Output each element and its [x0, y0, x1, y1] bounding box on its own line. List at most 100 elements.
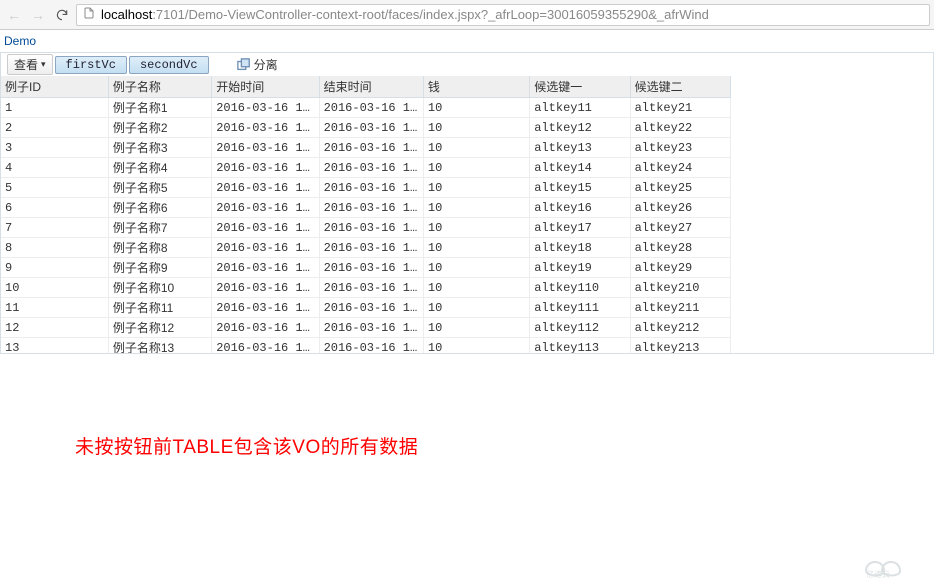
cell-start: 2016-03-16 17:…	[212, 338, 319, 355]
cell-id: 12	[1, 318, 108, 338]
cell-name: 例子名称9	[108, 258, 211, 278]
url-host: localhost	[101, 7, 152, 22]
cell-id: 8	[1, 238, 108, 258]
table-row[interactable]: 7例子名称72016-03-16 17:…2016-03-16 17:…10al…	[1, 218, 731, 238]
watermark-icon: 亿速云	[856, 549, 926, 579]
col-header-end[interactable]: 结束时间	[319, 76, 423, 98]
detach-button[interactable]: 分离	[237, 56, 278, 73]
cell-k2: altkey25	[630, 178, 730, 198]
cell-end: 2016-03-16 17:…	[319, 138, 423, 158]
cell-k1: altkey13	[530, 138, 630, 158]
col-header-start[interactable]: 开始时间	[212, 76, 319, 98]
cell-start: 2016-03-16 17:…	[212, 118, 319, 138]
cell-end: 2016-03-16 17:…	[319, 318, 423, 338]
cell-name: 例子名称6	[108, 198, 211, 218]
table-row[interactable]: 11例子名称112016-03-16 17:…2016-03-16 17:…10…	[1, 298, 731, 318]
cell-k2: altkey29	[630, 258, 730, 278]
cell-end: 2016-03-16 17:…	[319, 158, 423, 178]
cell-k2: altkey23	[630, 138, 730, 158]
second-vc-button[interactable]: secondVc	[129, 56, 209, 74]
view-menu-label: 查看	[14, 56, 38, 73]
cell-name: 例子名称5	[108, 178, 211, 198]
cell-k1: altkey14	[530, 158, 630, 178]
cell-k2: altkey28	[630, 238, 730, 258]
cell-k2: altkey27	[630, 218, 730, 238]
table-row[interactable]: 5例子名称52016-03-16 17:…2016-03-16 17:…10al…	[1, 178, 731, 198]
table-row[interactable]: 1例子名称12016-03-16 17:…2016-03-16 17:…10al…	[1, 98, 731, 118]
cell-name: 例子名称4	[108, 158, 211, 178]
cell-k1: altkey17	[530, 218, 630, 238]
detach-icon	[237, 58, 251, 72]
cell-name: 例子名称11	[108, 298, 211, 318]
cell-id: 2	[1, 118, 108, 138]
table-row[interactable]: 10例子名称102016-03-16 17:…2016-03-16 17:…10…	[1, 278, 731, 298]
cell-k2: altkey21	[630, 98, 730, 118]
cell-end: 2016-03-16 17:…	[319, 278, 423, 298]
cell-end: 2016-03-16 17:…	[319, 218, 423, 238]
svg-text:亿速云: 亿速云	[866, 569, 890, 579]
cell-start: 2016-03-16 17:…	[212, 278, 319, 298]
col-header-name[interactable]: 例子名称	[108, 76, 211, 98]
first-vc-button[interactable]: firstVc	[55, 56, 127, 74]
cell-start: 2016-03-16 17:…	[212, 318, 319, 338]
cell-start: 2016-03-16 17:…	[212, 238, 319, 258]
cell-money: 10	[423, 258, 529, 278]
cell-id: 6	[1, 198, 108, 218]
cell-end: 2016-03-16 17:…	[319, 258, 423, 278]
cell-name: 例子名称10	[108, 278, 211, 298]
url-bar[interactable]: localhost:7101/Demo-ViewController-conte…	[76, 4, 930, 26]
forward-button[interactable]: →	[28, 5, 48, 25]
cell-k2: altkey211	[630, 298, 730, 318]
cell-name: 例子名称1	[108, 98, 211, 118]
table-row[interactable]: 12例子名称122016-03-16 17:…2016-03-16 17:…10…	[1, 318, 731, 338]
table-wrapper: 例子ID 例子名称 开始时间 结束时间 钱 候选键一 候选键二 1例子名称120…	[0, 76, 934, 354]
cell-start: 2016-03-16 17:…	[212, 138, 319, 158]
table-row[interactable]: 9例子名称92016-03-16 17:…2016-03-16 17:…10al…	[1, 258, 731, 278]
cell-start: 2016-03-16 17:…	[212, 198, 319, 218]
cell-k1: altkey11	[530, 98, 630, 118]
cell-money: 10	[423, 298, 529, 318]
url-path: :7101/Demo-ViewController-context-root/f…	[152, 7, 709, 22]
cell-end: 2016-03-16 17:…	[319, 118, 423, 138]
cell-end: 2016-03-16 17:…	[319, 98, 423, 118]
cell-money: 10	[423, 98, 529, 118]
table-row[interactable]: 6例子名称62016-03-16 17:…2016-03-16 17:…10al…	[1, 198, 731, 218]
table-row[interactable]: 13例子名称132016-03-16 17:…2016-03-16 17:…10…	[1, 338, 731, 355]
cell-k1: altkey110	[530, 278, 630, 298]
col-header-id[interactable]: 例子ID	[1, 76, 108, 98]
col-header-money[interactable]: 钱	[423, 76, 529, 98]
table-row[interactable]: 2例子名称22016-03-16 17:…2016-03-16 17:…10al…	[1, 118, 731, 138]
cell-k1: altkey19	[530, 258, 630, 278]
view-menu-button[interactable]: 查看 ▾	[7, 54, 53, 75]
cell-money: 10	[423, 198, 529, 218]
cell-start: 2016-03-16 17:…	[212, 158, 319, 178]
cell-id: 3	[1, 138, 108, 158]
cell-start: 2016-03-16 17:…	[212, 218, 319, 238]
cell-k1: altkey18	[530, 238, 630, 258]
cell-id: 10	[1, 278, 108, 298]
cell-start: 2016-03-16 17:…	[212, 298, 319, 318]
table-row[interactable]: 4例子名称42016-03-16 17:…2016-03-16 17:…10al…	[1, 158, 731, 178]
cell-money: 10	[423, 278, 529, 298]
reload-button[interactable]	[52, 5, 72, 25]
caret-down-icon: ▾	[41, 59, 46, 70]
browser-toolbar: ← → localhost:7101/Demo-ViewController-c…	[0, 0, 934, 30]
table-row[interactable]: 3例子名称32016-03-16 17:…2016-03-16 17:…10al…	[1, 138, 731, 158]
cell-id: 1	[1, 98, 108, 118]
back-button[interactable]: ←	[4, 5, 24, 25]
page-title: Demo	[0, 30, 934, 52]
cell-id: 11	[1, 298, 108, 318]
cell-k2: altkey22	[630, 118, 730, 138]
table-row[interactable]: 8例子名称82016-03-16 17:…2016-03-16 17:…10al…	[1, 238, 731, 258]
cell-money: 10	[423, 138, 529, 158]
col-header-k1[interactable]: 候选键一	[530, 76, 630, 98]
cell-end: 2016-03-16 17:…	[319, 298, 423, 318]
annotation-text: 未按按钮前TABLE包含该VO的所有数据	[75, 432, 418, 459]
col-header-k2[interactable]: 候选键二	[630, 76, 730, 98]
cell-k1: altkey12	[530, 118, 630, 138]
cell-name: 例子名称3	[108, 138, 211, 158]
cell-id: 13	[1, 338, 108, 355]
data-table: 例子ID 例子名称 开始时间 结束时间 钱 候选键一 候选键二 1例子名称120…	[1, 76, 731, 354]
cell-money: 10	[423, 238, 529, 258]
cell-start: 2016-03-16 17:…	[212, 98, 319, 118]
